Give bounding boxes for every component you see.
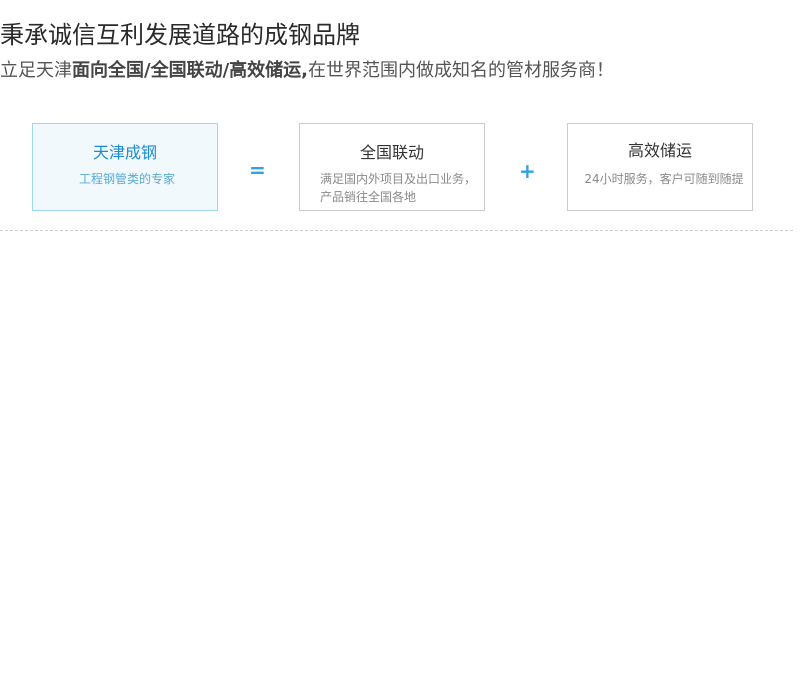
dashed-divider — [0, 230, 793, 231]
subline-prefix: 立足天津 — [0, 60, 72, 81]
feature-card-national-linkage[interactable]: 全国联动 满足国内外项目及出口业务，产品销往全国各地 — [299, 123, 485, 211]
card-description: 工程钢管类的专家 — [78, 172, 175, 186]
card-title: 全国联动 — [359, 143, 424, 162]
feature-card-efficient-logistics[interactable]: 高效储运 24小时服务，客户可随到随提 — [567, 123, 753, 211]
page-subheadline: 立足天津面向全国/全国联动/高效储运,在世界范围内做成知名的管材服务商！ — [0, 58, 614, 84]
card-title: 天津成钢 — [92, 143, 157, 162]
subline-suffix: 在世界范围内做成知名的管材服务商！ — [308, 60, 614, 81]
card-description: 满足国内外项目及出口业务，产品销往全国各地 — [320, 172, 477, 204]
card-title: 高效储运 — [627, 141, 692, 160]
feature-card-tianjin-chenggang[interactable]: 天津成钢 工程钢管类的专家 — [32, 123, 218, 211]
card-description: 24小时服务，客户可随到随提 — [584, 172, 744, 186]
equals-sign: = — [249, 158, 266, 182]
page-headline: 秉承诚信互利发展道路的成钢品牌 — [0, 21, 360, 49]
plus-sign: + — [519, 159, 536, 183]
subline-highlight: 面向全国/全国联动/高效储运, — [72, 60, 308, 81]
